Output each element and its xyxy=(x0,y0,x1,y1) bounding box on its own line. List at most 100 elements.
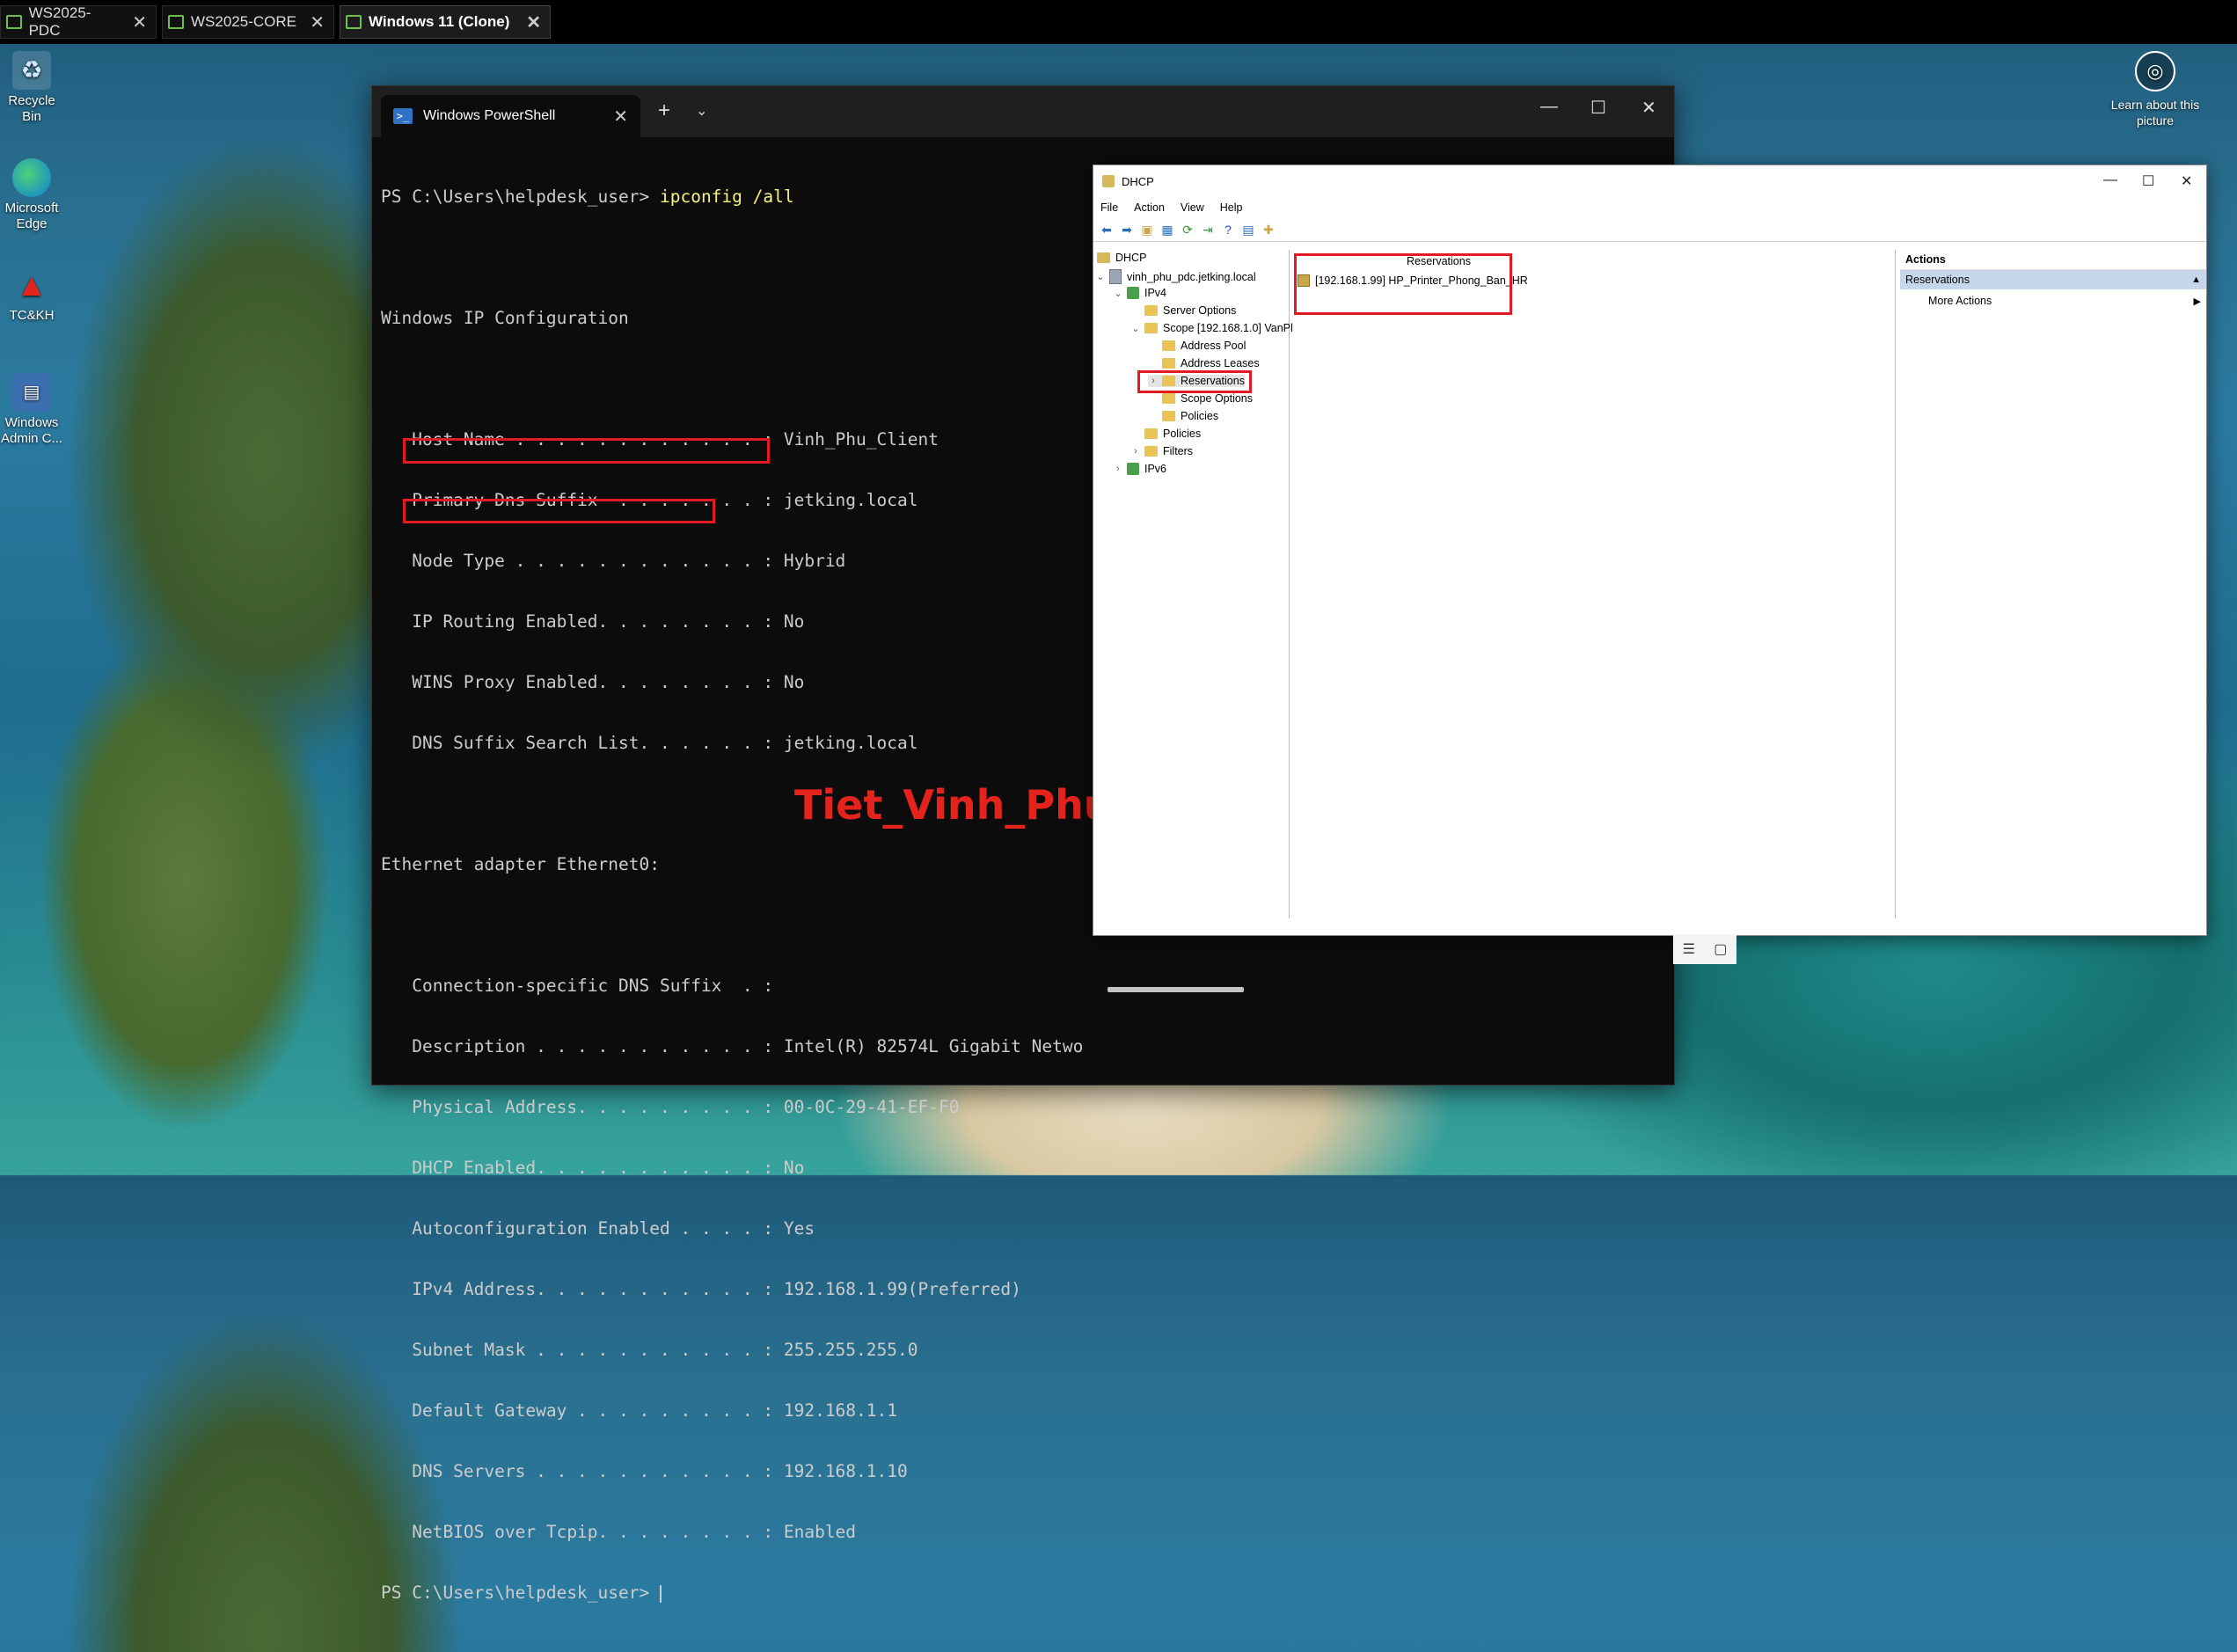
vm-icon xyxy=(346,15,362,29)
vm-tab-windows11-clone[interactable]: Windows 11 (Clone) ✕ xyxy=(340,5,551,39)
tree-node-scope[interactable]: ⌄ Scope [192.168.1.0] VanPhon xyxy=(1130,322,1309,334)
tree-node-address-pool[interactable]: Address Pool xyxy=(1162,340,1246,352)
actions-section-reservations[interactable]: Reservations ▲ xyxy=(1900,270,2206,289)
tree-node-address-leases[interactable]: Address Leases xyxy=(1162,357,1260,369)
close-window-icon[interactable]: ✕ xyxy=(1641,97,1656,119)
chevron-right-icon[interactable]: › xyxy=(1113,464,1123,474)
desktop-icon-tckh[interactable]: ▲ TC&KH xyxy=(0,266,63,324)
desktop-icon-edge[interactable]: Microsoft Edge xyxy=(0,158,63,232)
desktop-icon-recycle-bin[interactable]: ♻ Recycle Bin xyxy=(0,51,63,125)
tree-node-scope-policies[interactable]: Policies xyxy=(1162,410,1218,422)
details-pane: Reservations [192.168.1.99] HP_Printer_P… xyxy=(1292,250,1896,918)
ipv6-icon xyxy=(1127,463,1139,475)
dhcp-title: DHCP xyxy=(1122,174,1154,188)
tree-node-server[interactable]: ⌄ vinh_phu_pdc.jetking.local xyxy=(1095,269,1256,284)
folder-icon xyxy=(1144,323,1158,333)
dhcp-icon xyxy=(1097,252,1110,263)
learn-about-picture[interactable]: ◎ Learn about this picture xyxy=(2102,51,2208,128)
more-actions-label: More Actions xyxy=(1928,295,1992,307)
dhcp-titlebar: DHCP — ☐ ✕ xyxy=(1093,165,2206,197)
tree-label: DHCP xyxy=(1115,252,1147,264)
close-icon[interactable]: ✕ xyxy=(514,11,541,33)
tree-node-filters[interactable]: › Filters xyxy=(1130,445,1193,457)
vm-tab-ws2025-core[interactable]: WS2025-CORE ✕ xyxy=(162,5,334,39)
close-icon[interactable]: ✕ xyxy=(613,106,628,128)
ipv4-icon xyxy=(1127,287,1139,299)
terminal-tab[interactable]: >_ Windows PowerShell ✕ xyxy=(381,95,640,137)
list-view-icon[interactable]: ☰ xyxy=(1683,940,1695,958)
folder-icon xyxy=(1144,446,1158,457)
chevron-down-icon[interactable]: ⌄ xyxy=(1095,271,1106,282)
toolbar: ⬅ ➡ ▣ ▦ ⟳ ⇥ ? ▤ ✚ xyxy=(1093,218,2206,242)
back-icon[interactable]: ⬅ xyxy=(1099,222,1115,238)
window-snap-buttons: ☰ ▢ xyxy=(1673,934,1736,964)
forward-icon[interactable]: ➡ xyxy=(1119,222,1135,238)
chevron-down-icon[interactable]: ⌄ xyxy=(1113,288,1123,299)
powershell-icon: >_ xyxy=(393,108,413,124)
folder-icon xyxy=(1162,340,1175,351)
menu-file[interactable]: File xyxy=(1100,201,1118,214)
add-icon[interactable]: ✚ xyxy=(1261,222,1276,238)
tree-node-dhcp[interactable]: DHCP xyxy=(1097,252,1146,264)
tree-label: Policies xyxy=(1181,410,1219,422)
prompt: PS C:\Users\helpdesk_user> xyxy=(381,1583,660,1603)
minimize-icon[interactable]: — xyxy=(1540,97,1558,117)
tree-label: Filters xyxy=(1163,445,1194,457)
close-icon[interactable]: ✕ xyxy=(297,11,325,33)
vm-tab-label: WS2025-PDC xyxy=(28,4,91,39)
command: ipconfig /all xyxy=(659,186,794,207)
tree-node-scope-options[interactable]: Scope Options xyxy=(1162,392,1253,405)
chevron-right-icon[interactable]: › xyxy=(1130,446,1141,457)
menu-view[interactable]: View xyxy=(1181,201,1204,214)
menu-help[interactable]: Help xyxy=(1220,201,1243,214)
vm-tab-label: Windows 11 (Clone) xyxy=(369,13,510,30)
chevron-down-icon[interactable]: ⌄ xyxy=(696,102,707,120)
tree-node-policies[interactable]: Policies xyxy=(1144,428,1201,440)
folder-icon xyxy=(1144,428,1158,439)
tree-label: Address Leases xyxy=(1181,357,1260,369)
up-folder-icon[interactable]: ▣ xyxy=(1139,222,1155,238)
menu-action[interactable]: Action xyxy=(1134,201,1165,214)
output-line: DNS Servers . . . . . . . . . . . : 192.… xyxy=(381,1461,908,1481)
camera-icon: ◎ xyxy=(2135,51,2175,91)
folder-icon xyxy=(1162,411,1175,421)
refresh-icon[interactable]: ⟳ xyxy=(1180,222,1195,238)
menu-bar: File Action View Help xyxy=(1093,197,2206,218)
export-list-icon[interactable]: ⇥ xyxy=(1200,222,1216,238)
output-line: Connection-specific DNS Suffix . : xyxy=(381,976,774,996)
show-hide-tree-icon[interactable]: ▦ xyxy=(1159,222,1175,238)
server-icon xyxy=(1109,269,1122,284)
horizontal-scrollbar[interactable] xyxy=(1108,987,1244,992)
app-shortcut-icon: ▲ xyxy=(16,267,48,303)
close-icon[interactable]: ✕ xyxy=(120,11,147,33)
help-icon[interactable]: ? xyxy=(1220,222,1236,238)
output-line: NetBIOS over Tcpip. . . . . . . . : Enab… xyxy=(381,1522,857,1542)
actions-section-label: Reservations xyxy=(1905,274,1970,286)
new-tab-icon[interactable]: + xyxy=(658,99,670,123)
tree-label: IPv4 xyxy=(1144,287,1167,299)
vm-tab-label: WS2025-CORE xyxy=(191,13,296,30)
desktop-icon-label: Recycle Bin xyxy=(8,93,55,124)
desktop-icon-windows-admin-center[interactable]: ▤ Windows Admin C... xyxy=(0,373,63,447)
collapse-icon[interactable]: ▲ xyxy=(2191,274,2201,285)
tree-label: Policies xyxy=(1163,428,1202,440)
recycle-bin-icon: ♻ xyxy=(12,51,51,90)
tree-node-server-options[interactable]: Server Options xyxy=(1144,304,1236,317)
minimize-icon[interactable]: — xyxy=(2103,172,2117,188)
window-view-icon[interactable]: ▢ xyxy=(1714,940,1727,958)
output-line-ipv4-address: IPv4 Address. . . . . . . . . . . : 192.… xyxy=(381,1279,1021,1299)
properties-icon[interactable]: ▤ xyxy=(1240,222,1256,238)
chevron-down-icon[interactable]: ⌄ xyxy=(1130,323,1141,334)
output-line: Description . . . . . . . . . . . : Inte… xyxy=(381,1036,1084,1056)
maximize-icon[interactable]: ☐ xyxy=(2142,172,2154,190)
maximize-icon[interactable]: ☐ xyxy=(1590,97,1606,119)
actions-pane: Actions Reservations ▲ More Actions ▶ xyxy=(1900,250,2206,927)
vm-icon xyxy=(6,15,22,29)
actions-header: Actions xyxy=(1900,250,2206,270)
tree-node-ipv6[interactable]: › IPv6 xyxy=(1113,463,1166,475)
more-actions-item[interactable]: More Actions ▶ xyxy=(1900,289,2206,312)
tree-node-ipv4[interactable]: ⌄ IPv4 xyxy=(1113,287,1166,299)
final-prompt-line[interactable]: PS C:\Users\helpdesk_user> xyxy=(381,1583,1665,1603)
close-window-icon[interactable]: ✕ xyxy=(2181,172,2192,190)
vm-tab-ws2025-pdc[interactable]: WS2025-PDC ✕ xyxy=(0,4,157,39)
